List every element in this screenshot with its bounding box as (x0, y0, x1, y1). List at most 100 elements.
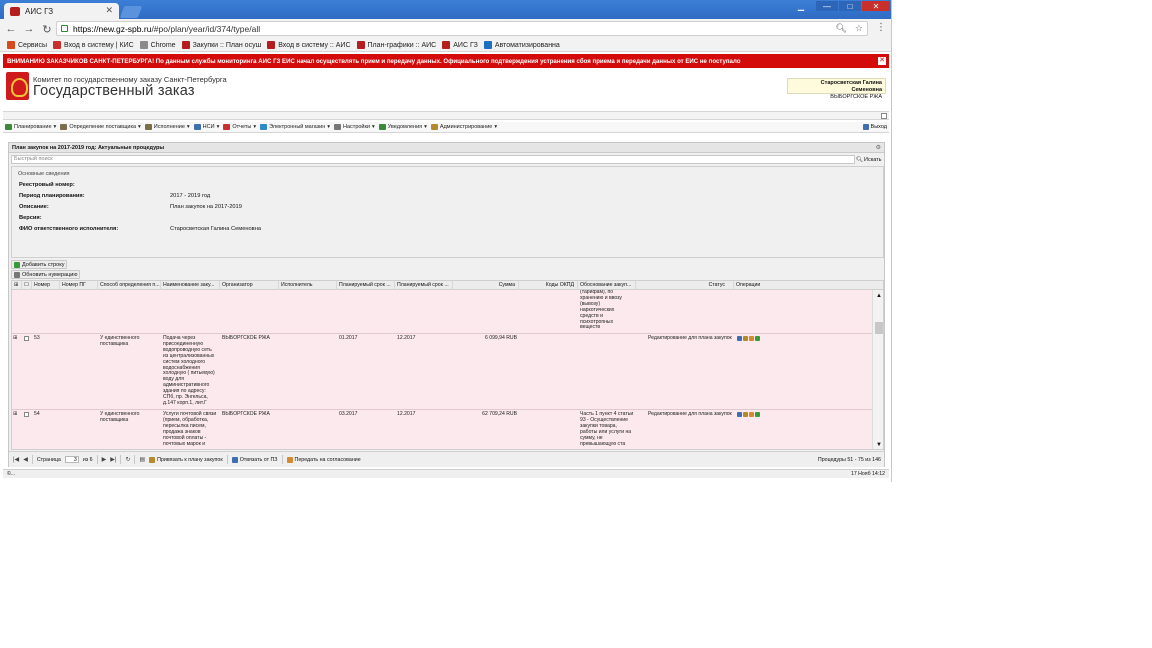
select-all-checkbox[interactable]: ☐ (22, 281, 32, 290)
cell-sum: 62 709,24 RUB (482, 411, 517, 417)
plan-panel: План закупок на 2017-2019 год: Актуальны… (8, 142, 885, 467)
menu-item[interactable]: Планирование ▾ (5, 124, 56, 130)
dropdown-arrow-icon: ▾ (424, 124, 427, 130)
edit-icon[interactable] (737, 336, 742, 341)
copy-icon[interactable] (743, 336, 748, 341)
logout-icon (862, 124, 869, 130)
last-page-icon[interactable]: ▶| (110, 456, 116, 463)
menu-item-label: Электронный магазин (269, 124, 326, 130)
menu-item[interactable]: Электронный магазин ▾ (260, 124, 330, 130)
col-plan-end[interactable]: Планируемый срок ... (395, 281, 453, 290)
scroll-thumb[interactable] (875, 322, 883, 334)
col-name[interactable]: Наименование заку... (161, 281, 220, 290)
col-executor[interactable]: Исполнитель (279, 281, 337, 290)
quick-search-input[interactable]: Быстрый поиск (11, 155, 855, 164)
grid-scrollbar[interactable]: ▲ ▼ (872, 290, 883, 449)
menu-item[interactable]: Отчеты ▾ (223, 124, 256, 130)
menu-item-icon (260, 124, 268, 130)
detach-button[interactable]: Отвязать от ПЗ (231, 456, 278, 463)
logout-label: Выход (870, 124, 887, 130)
menu-item[interactable]: Исполнение ▾ (144, 124, 190, 130)
scroll-down-icon[interactable]: ▼ (876, 442, 882, 448)
add-row-button[interactable]: Добавить строку (11, 260, 68, 269)
logout-button[interactable]: Выход (862, 124, 887, 130)
approve-icon[interactable] (755, 336, 760, 341)
next-page-icon[interactable]: ▶ (102, 456, 107, 463)
bookmark-star-icon[interactable]: ☆ (855, 23, 863, 34)
tab-close-icon[interactable]: ✕ (105, 5, 113, 16)
copy-icon[interactable] (743, 412, 748, 417)
attach-to-plan-button[interactable]: Привязать к плану закупок (149, 456, 223, 463)
warning-close-icon[interactable]: ✕ (878, 57, 886, 65)
clock-text: 17 Нояб 14:12 (850, 471, 885, 477)
refresh-icon[interactable]: ↻ (125, 456, 130, 463)
close-window-button[interactable]: ✕ (862, 1, 890, 11)
user-icon[interactable] (749, 336, 754, 341)
menu-item[interactable]: Уведомления ▾ (378, 124, 427, 130)
edit-icon[interactable] (737, 412, 742, 417)
menu-item[interactable]: Администрирование ▾ (430, 124, 497, 130)
send-label: Передать на согласование (294, 456, 361, 463)
minimize-button[interactable]: — (816, 1, 838, 11)
send-for-approval-button[interactable]: Передать на согласование (286, 456, 361, 463)
collapse-toggle-icon[interactable] (881, 113, 887, 119)
search-button[interactable]: 🔍︎ Искать (856, 155, 884, 164)
bookmark-item[interactable]: Вход в систему | КИС (53, 41, 134, 49)
bookmark-item[interactable]: Закупки :: План осуш (181, 41, 262, 49)
export-icon[interactable]: ▤ (139, 456, 145, 463)
bookmark-item[interactable]: План-графики :: АИС (356, 41, 436, 49)
dropdown-arrow-icon: ▾ (138, 124, 141, 130)
menu-item[interactable]: Определение поставщика ▾ (60, 124, 141, 130)
menu-item-icon (193, 124, 201, 130)
col-justification[interactable]: Обоснование закуп... (578, 281, 636, 290)
browser-menu-icon[interactable]: ⋮ (876, 22, 886, 33)
bookmark-item[interactable]: АИС ГЗ (442, 41, 478, 49)
forward-icon[interactable]: → (22, 22, 36, 36)
row-expand-icon[interactable]: ⊞ (13, 411, 17, 418)
bookmark-item[interactable]: Автоматизированна (483, 41, 560, 49)
first-page-icon[interactable]: |◀ (13, 456, 19, 463)
approve-icon[interactable] (755, 412, 760, 417)
bookmark-label: Закупки :: План осуш (192, 41, 262, 49)
browser-tab[interactable]: АИС ГЗ ✕ (4, 3, 119, 19)
col-operations[interactable]: Операции (734, 281, 883, 290)
col-sum[interactable]: Сумма (453, 281, 519, 290)
renumber-button[interactable]: Обновить нумерацию (11, 270, 81, 279)
spb-emblem-logo (6, 72, 29, 100)
bookmark-item[interactable]: Chrome (139, 41, 176, 49)
menu-item[interactable]: Настройки ▾ (334, 124, 375, 130)
bookmark-item[interactable]: Вход в систему :: АИС (267, 41, 351, 49)
menu-item-label: Отчеты (232, 124, 252, 130)
col-method[interactable]: Способ определения п... (98, 281, 161, 290)
app-main-menu: Планирование ▾ Определение поставщика ▾ Испо… (3, 122, 889, 133)
new-tab-button[interactable] (119, 6, 143, 18)
user-profile-icon[interactable]: ▁ (792, 1, 810, 11)
back-icon[interactable]: ← (4, 22, 18, 36)
col-okpd[interactable]: Коды ОКПД (519, 281, 578, 290)
scroll-up-icon[interactable]: ▲ (876, 293, 882, 299)
row-checkbox[interactable] (24, 336, 29, 341)
col-number[interactable]: Номер (32, 281, 60, 290)
col-organizer[interactable]: Организатор (220, 281, 279, 290)
separator (120, 455, 122, 464)
row-operations (737, 412, 760, 417)
grid-header: ⊞ ☐ Номер Номер ПГ Способ определения п.… (12, 281, 883, 290)
page-number-input[interactable]: 3 (64, 456, 79, 463)
user-icon[interactable] (749, 412, 754, 417)
cell-status: Редактирование для плана закупок (648, 411, 732, 417)
expand-col-icon[interactable]: ⊞ (12, 281, 22, 290)
col-plan-start[interactable]: Планируемый срок ... (337, 281, 395, 290)
col-status[interactable]: Статус (636, 281, 734, 290)
zoom-icon[interactable]: 🔍︎ (835, 23, 846, 34)
prev-page-icon[interactable]: ◀ (23, 456, 28, 463)
row-checkbox[interactable] (24, 412, 29, 417)
bookmark-item[interactable]: Сервисы (7, 41, 47, 49)
panel-settings-icon[interactable]: ⚙ (876, 144, 881, 151)
col-plan-number[interactable]: Номер ПГ (60, 281, 98, 290)
menu-item[interactable]: НСИ ▾ (193, 124, 219, 130)
maximize-button[interactable]: □ (839, 1, 861, 11)
row-expand-icon[interactable]: ⊞ (13, 335, 17, 342)
reload-icon[interactable]: ↻ (40, 22, 54, 36)
user-info-box[interactable]: Старосветская Галина Семеновна ВЫБОРГСКО… (787, 78, 886, 100)
address-bar[interactable]: https://new.gz-spb.ru/#po/plan/year/id/3… (56, 21, 868, 36)
